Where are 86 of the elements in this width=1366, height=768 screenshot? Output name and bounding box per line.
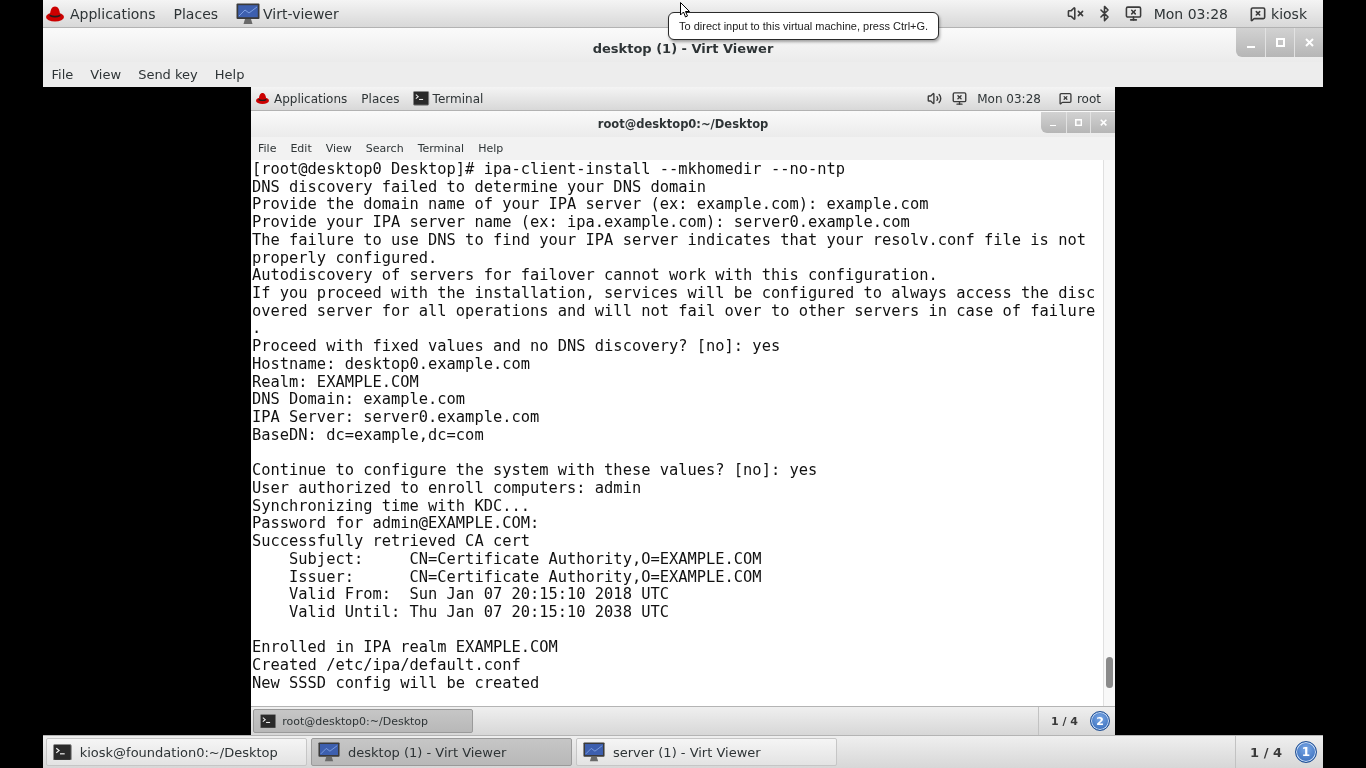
terminal-line: DNS discovery failed to determine your DNS domain bbox=[252, 178, 707, 197]
menu-item[interactable]: Send key bbox=[129, 62, 207, 87]
monitor-x-icon[interactable] bbox=[952, 91, 968, 106]
terminal-line: [root@desktop0 Desktop]# ipa-client-install --mkhomedir --no-ntp bbox=[252, 161, 846, 179]
top-bar-menu[interactable]: Applications bbox=[70, 0, 156, 27]
taskbar-item[interactable]: root@desktop0:~/Desktop bbox=[253, 709, 473, 733]
terminal-line: DNS Domain: example.com bbox=[252, 391, 466, 410]
close-button[interactable] bbox=[1090, 112, 1115, 133]
terminal-line: Password for admin@EXAMPLE.COM: bbox=[252, 515, 540, 534]
volume-icon[interactable] bbox=[927, 91, 943, 106]
scrollbar[interactable] bbox=[1103, 160, 1115, 706]
app-menu[interactable]: Terminal bbox=[413, 87, 484, 110]
close-icon bbox=[1099, 118, 1107, 127]
menu-item[interactable]: File bbox=[43, 62, 82, 87]
minimize-icon bbox=[1246, 45, 1255, 48]
workspace-pager: 1 / 4 bbox=[1250, 744, 1282, 760]
top-bar-menu[interactable]: Applications bbox=[274, 87, 348, 110]
maximize-icon bbox=[1074, 118, 1083, 127]
maximize-button[interactable] bbox=[1065, 112, 1091, 133]
terminal-line: Provide the domain name of your IPA server (ex: example.com): example.com bbox=[252, 196, 929, 215]
window-title: root@desktop0:~/Desktop bbox=[597, 116, 769, 132]
maximize-button[interactable] bbox=[1265, 28, 1294, 57]
monitor-icon bbox=[318, 742, 340, 762]
close-button[interactable] bbox=[1294, 28, 1323, 57]
terminal-icon bbox=[260, 713, 277, 729]
user-menu[interactable]: kiosk bbox=[1250, 0, 1307, 27]
chat-bubble-x-icon bbox=[1250, 5, 1267, 22]
minimize-icon bbox=[1050, 124, 1057, 127]
tooltip: To direct input to this virtual machine, press Ctrl+G. bbox=[668, 12, 940, 40]
terminal-line: Successfully retrieved CA cert bbox=[252, 533, 530, 551]
terminal-line: User authorized to enroll computers: admin bbox=[252, 479, 642, 498]
hat-logo-icon bbox=[256, 92, 269, 105]
monitor-icon bbox=[236, 2, 261, 25]
hat-logo-icon bbox=[46, 4, 64, 23]
terminal-line: Created /etc/ipa/default.conf bbox=[252, 657, 521, 675]
close-icon bbox=[1304, 38, 1314, 47]
top-bar-menu[interactable]: Places bbox=[173, 0, 219, 27]
window-title: desktop (1) - Virt Viewer bbox=[592, 41, 774, 57]
menu-item[interactable]: Terminal bbox=[410, 137, 472, 160]
terminal-icon bbox=[53, 743, 72, 761]
workspace-pager: 1 / 4 bbox=[1051, 714, 1078, 728]
terminal-line: Proceed with fixed values and no DNS discovery? [no]: yes bbox=[252, 338, 781, 356]
menu-item[interactable]: Search bbox=[358, 137, 411, 160]
terminal-line: Valid From: Sun Jan 07 20:15:10 2018 UTC bbox=[288, 586, 669, 604]
terminal-line: Realm: EXAMPLE.COM bbox=[252, 373, 419, 392]
menu-item[interactable]: View bbox=[81, 62, 130, 87]
scrollbar-thumb[interactable] bbox=[1106, 657, 1113, 688]
clock[interactable]: Mon 03:28 bbox=[977, 87, 1041, 110]
terminal-line: Synchronizing time with KDC... bbox=[252, 497, 530, 516]
clock[interactable]: Mon 03:28 bbox=[1153, 0, 1229, 27]
terminal-line: Hostname: desktop0.example.com bbox=[252, 355, 530, 374]
monitor-icon bbox=[583, 742, 605, 762]
monitor-x-icon[interactable] bbox=[1124, 5, 1142, 22]
terminal-line: Issuer: CN=Certificate Authority,O=EXAMPLE.COM bbox=[288, 568, 762, 587]
top-bar-menu[interactable]: Places bbox=[361, 87, 400, 110]
user-menu[interactable]: root bbox=[1058, 87, 1101, 110]
menu-item[interactable]: File bbox=[251, 137, 284, 160]
terminal-line: Valid Until: Thu Jan 07 20:15:10 2038 UTC bbox=[288, 603, 669, 622]
maximize-icon bbox=[1275, 38, 1285, 47]
taskbar-item[interactable]: kiosk@foundation0:~/Desktop bbox=[46, 738, 307, 766]
menu-item[interactable]: Edit bbox=[283, 137, 319, 160]
terminal-line: IPA Server: server0.example.com bbox=[252, 409, 540, 427]
terminal-line: Subject: CN=Certificate Authority,O=EXAMPLE.COM bbox=[288, 550, 762, 569]
taskbar-item[interactable]: desktop (1) - Virt Viewer bbox=[311, 738, 572, 766]
app-menu[interactable]: Virt-viewer bbox=[236, 0, 339, 27]
terminal-line: Enrolled in IPA realm EXAMPLE.COM bbox=[252, 639, 558, 658]
terminal-line: If you proceed with the installation, services will be configured to always access the disc bbox=[252, 285, 1096, 303]
terminal-line: BaseDN: dc=example,dc=com bbox=[252, 426, 484, 445]
chat-bubble-x-icon bbox=[1058, 92, 1072, 105]
terminal-line: Continue to configure the system with these values? [no]: yes bbox=[252, 462, 818, 480]
cursor-icon bbox=[680, 2, 690, 18]
volume-muted-icon[interactable] bbox=[1066, 5, 1084, 22]
taskbar-item[interactable]: server (1) - Virt Viewer bbox=[576, 738, 837, 766]
terminal-icon bbox=[413, 91, 430, 106]
menu-item[interactable]: Help bbox=[471, 137, 511, 160]
minimize-button[interactable] bbox=[1236, 28, 1265, 57]
terminal-line: overed server for all operations and will not fail over to other servers in case of failure bbox=[252, 302, 1096, 321]
terminal-line: . bbox=[252, 320, 262, 339]
terminal-line: properly configured. bbox=[252, 249, 438, 268]
menu-item[interactable]: Help bbox=[206, 62, 253, 87]
terminal-line: New SSSD config will be created bbox=[252, 674, 540, 693]
terminal-line: Provide your IPA server name (ex: ipa.example.com): server0.example.com bbox=[252, 214, 910, 232]
terminal-line: Autodiscovery of servers for failover cannot work with this configuration. bbox=[252, 267, 938, 286]
terminal-line: The failure to use DNS to find your IPA server indicates that your resolv.conf file is not bbox=[252, 231, 1086, 250]
menu-item[interactable]: View bbox=[318, 137, 359, 160]
minimize-button[interactable] bbox=[1040, 112, 1066, 133]
